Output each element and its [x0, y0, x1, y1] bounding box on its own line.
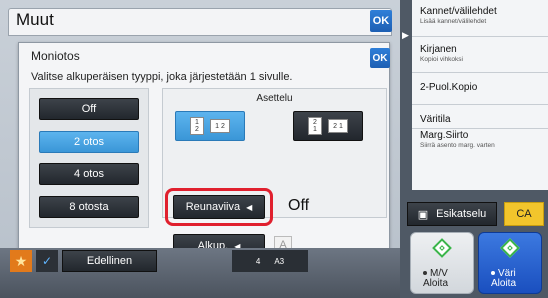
star-icon[interactable]: ★ [10, 250, 32, 272]
sidebar-item-color-mode[interactable]: Väritila [420, 114, 451, 125]
sidebar-item-label: Marg.Siirto [420, 130, 469, 141]
layout-label: Asettelu [256, 93, 293, 104]
sidebar-item-booklet[interactable]: Kirjanen Kopioi vihkoksi [420, 44, 463, 63]
option-off-button[interactable]: Off [39, 98, 139, 120]
start-icon [500, 238, 520, 258]
divider [412, 36, 548, 37]
option-2-copies-button[interactable]: 2 otos [39, 131, 139, 153]
function-list: Kannet/välilehdet Lisää kannet/välilehde… [412, 0, 548, 190]
sidebar-item-label: Väritila [420, 114, 451, 125]
start-icon [432, 238, 452, 258]
outer-dialog-title: Muut [16, 10, 54, 29]
sidebar-item-duplex[interactable]: 2-Puol.Kopio [420, 82, 477, 93]
paper-indicator: 4 A3 [232, 250, 308, 272]
color-start-button[interactable]: Väri Aloita [478, 232, 542, 294]
sidebar-item-label: Kirjanen [420, 44, 457, 55]
sidebar-item-margin-shift[interactable]: Marg.Siirto Siirrä asento marg. varten [420, 130, 495, 149]
preview-button[interactable]: ▣ Esikatselu [407, 202, 497, 226]
instruction-text: Valitse alkuperäisen tyyppi, joka järjes… [31, 71, 293, 83]
page-num-bottom: 1 [313, 126, 317, 133]
portrait-page-icon: 1 2 [190, 117, 204, 135]
divider [412, 128, 548, 129]
page-num-bottom: 2 [195, 126, 199, 133]
option-8-copies-button[interactable]: 8 otosta [39, 196, 139, 218]
clear-all-button[interactable]: CA [504, 202, 544, 226]
preview-icon: ▣ [417, 208, 429, 221]
sidebar-item-sub: Lisää kannet/välilehdet [420, 18, 487, 25]
page-num-top: 1 [195, 119, 199, 126]
landscape-page-icon: 2 1 [328, 119, 348, 133]
check-icon[interactable]: ✓ [36, 250, 58, 272]
portrait-page-icon: 2 1 [308, 117, 322, 135]
option-4-copies-button[interactable]: 4 otos [39, 163, 139, 185]
sidebar-item-label: Kannet/välilehdet [420, 6, 497, 17]
paper-count: 4 [255, 256, 261, 266]
landscape-page-icon: 1 2 [210, 119, 230, 133]
bw-start-line2: Aloita [423, 278, 449, 289]
previous-button[interactable]: Edellinen [62, 250, 157, 272]
border-line-label: Reunaviiva [185, 201, 241, 213]
bw-start-button[interactable]: M/V Aloita [410, 232, 474, 294]
sidebar-item-sub: Kopioi vihkoksi [420, 56, 463, 63]
divider [412, 104, 548, 105]
sidebar-item-sub: Siirrä asento marg. varten [420, 142, 495, 149]
preview-label: Esikatselu [436, 208, 487, 220]
layout-right-to-left-button[interactable]: 2 1 2 1 [293, 111, 363, 141]
sidebar-item-label: 2-Puol.Kopio [420, 82, 478, 93]
bottom-bar [0, 248, 400, 298]
color-start-label: Väri Aloita [491, 269, 516, 289]
layout-left-to-right-button[interactable]: 1 2 1 2 [175, 111, 245, 141]
bw-start-label: M/V Aloita [423, 269, 448, 289]
arrow-right-icon: ◀ [246, 202, 253, 212]
page-num-top: 2 [313, 119, 317, 126]
outer-ok-button[interactable]: OK [370, 10, 392, 32]
inner-ok-button[interactable]: OK [370, 48, 390, 68]
expand-arrow-icon[interactable]: ▶ [402, 30, 409, 41]
border-line-value: Off [288, 197, 310, 214]
page-num-row: 1 2 [215, 122, 225, 130]
outer-dialog-titlebar [8, 8, 392, 36]
sidebar-item-covers[interactable]: Kannet/välilehdet Lisää kannet/välilehde… [420, 6, 497, 25]
moniotos-title: Moniotos [31, 49, 80, 63]
page-num-row: 2 1 [333, 122, 343, 130]
border-line-button[interactable]: Reunaviiva ◀ [173, 195, 265, 219]
divider [412, 72, 548, 73]
color-start-line2: Aloita [491, 278, 517, 289]
paper-size: A3 [274, 256, 285, 266]
